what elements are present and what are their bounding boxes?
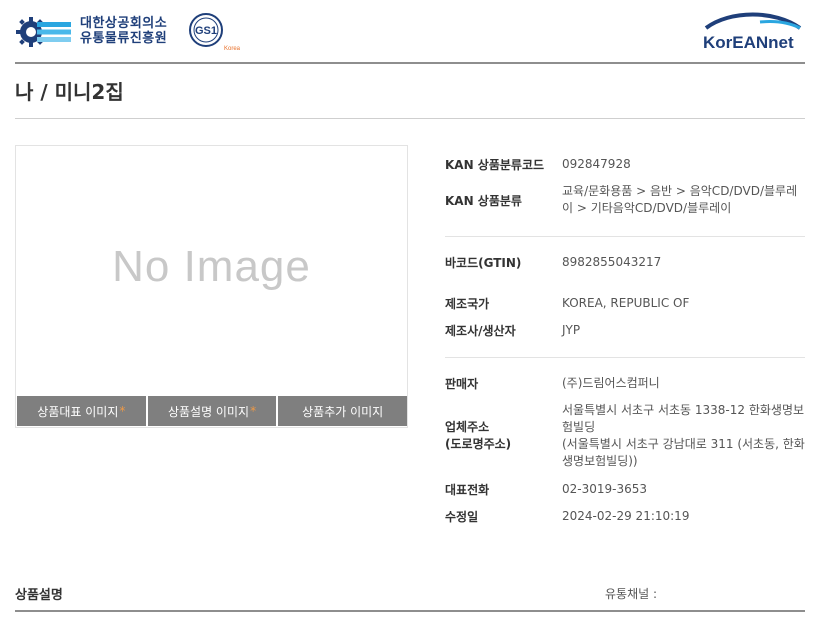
tab-description-image-label: 상품설명 이미지 [167,404,250,419]
no-image-placeholder: No Image [112,242,311,291]
header-divider [15,62,805,64]
description-divider [15,610,805,612]
modified-label: 수정일 [445,510,479,524]
tab-additional-image[interactable]: 상품추가 이미지 [278,396,408,426]
site-header: 대한상공회의소 유통물류진흥원 GS1 Korea KorEANnet [0,0,818,64]
koreannet-logo-icon[interactable]: KorEANnet [700,12,806,52]
kcci-name-line1: 대한상공회의소 [80,16,168,31]
address-label-line1: 업체주소 [445,420,490,434]
maker-label: 제조사/생산자 [445,324,516,338]
tab-additional-image-label: 상품추가 이미지 [302,404,384,419]
kan-code-value: 092847928 [562,157,631,171]
image-tabs: 상품대표 이미지 * 상품설명 이미지 * 상품추가 이미지 [17,396,408,426]
country-label: 제조국가 [445,297,490,311]
barcode-label: 바코드(GTIN) [445,256,522,270]
title-divider [15,118,805,119]
seller-value: (주)드림어스컴퍼니 [562,376,660,390]
kan-category-value: 교육/문화용품 > 음반 > 음악CD/DVD/블루레이 > 기타음악CD/DV… [562,184,798,215]
phone-value: 02-3019-3653 [562,482,648,496]
kcci-name-line2: 유통물류진흥원 [80,31,168,46]
tab-description-image[interactable]: 상품설명 이미지 * [147,396,277,426]
tab-main-image-label: 상품대표 이미지 [37,404,119,419]
product-description-title: 상품설명 [15,588,63,603]
seller-label: 판매자 [445,377,479,391]
kcci-logo-icon[interactable] [15,14,73,50]
address-value-road: (서울특별시 서초구 강남대로 311 (서초동, 한화생명보험빌딩)) [562,437,805,468]
distribution-channel-label: 유통채널 : [605,587,658,601]
address-value: 서울특별시 서초구 서초동 1338-12 한화생명보험빌딩 (서울특별시 서초… [562,402,805,470]
address-value-lot: 서울특별시 서초구 서초동 1338-12 한화생명보험빌딩 [562,403,805,434]
kcci-name: 대한상공회의소 유통물류진흥원 [80,16,167,46]
gs1-logo-icon[interactable]: GS1 Korea [188,12,244,52]
barcode-value: 8982855043217 [562,255,662,269]
kan-code-label: KAN 상품분류코드 [445,158,545,172]
required-star: * [250,404,257,418]
maker-value: JYP [562,323,581,337]
koreannet-logo-text: KorEANnet [703,33,794,52]
gs1-text: GS1 [195,25,217,37]
address-label: 업체주소 (도로명주소) [445,419,511,453]
required-star: * [119,404,126,418]
info-divider [445,236,805,237]
info-divider [445,357,805,358]
kan-category-label: KAN 상품분류 [445,194,522,208]
address-label-line2: (도로명주소) [445,437,512,451]
modified-value: 2024-02-29 21:10:19 [562,509,690,523]
country-value: KOREA, REPUBLIC OF [562,296,690,310]
tab-main-image[interactable]: 상품대표 이미지 * [17,396,146,426]
page-title: 나 / 미니2집 [15,80,124,104]
gs1-sub: Korea [224,46,241,52]
phone-label: 대표전화 [445,483,490,497]
product-image-panel: No Image 상품대표 이미지 * 상품설명 이미지 * 상품추가 이미지 [15,145,408,428]
